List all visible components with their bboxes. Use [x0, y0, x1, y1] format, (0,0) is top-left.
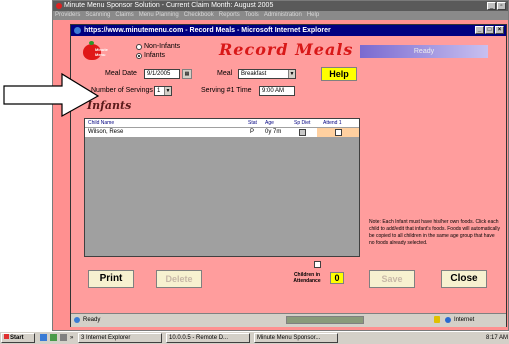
internet-zone-icon — [445, 317, 451, 323]
children-table: Child Name Stat Age Sp Diet Attend 1 Wil… — [84, 118, 360, 257]
page-icon — [74, 317, 80, 323]
ie-close-button[interactable]: × — [495, 26, 504, 34]
age-cell: 0y 7m — [265, 129, 282, 135]
menu-providers[interactable]: Providers — [55, 12, 80, 18]
ie-minimize-button[interactable]: _ — [475, 26, 484, 34]
outer-restore-button[interactable]: ▫ — [497, 2, 506, 10]
child-name-cell: Wilson, Rese — [88, 129, 124, 135]
children-count: 0 — [330, 272, 344, 284]
save-button[interactable]: Save — [369, 270, 415, 288]
chevron-down-icon: ▼ — [164, 87, 171, 95]
servings-select[interactable]: 1 ▼ — [154, 86, 172, 96]
stat-cell: P — [250, 129, 255, 135]
non-infants-radio[interactable] — [136, 44, 142, 50]
servings-label: Number of Servings — [91, 87, 153, 94]
taskbar-item-remote[interactable]: 10.0.0.5 - Remote D... — [166, 333, 250, 343]
quicklaunch-desktop-icon[interactable] — [50, 334, 57, 341]
quicklaunch-explorer-icon[interactable] — [60, 334, 67, 341]
zone-text: Internet — [454, 317, 475, 323]
ie-title-bar: https://www.minutemenu.com - Record Meal… — [71, 25, 506, 36]
col-attend: Attend 1 — [323, 120, 342, 126]
progress-bar — [286, 316, 364, 324]
col-stat: Stat — [248, 120, 257, 126]
menu-menu-planning[interactable]: Menu Planning — [139, 12, 179, 18]
outer-title-text: Minute Menu Sponsor Solution - Current C… — [64, 2, 274, 9]
start-button[interactable]: Start — [1, 333, 35, 343]
ie-status-bar: Ready Internet — [71, 313, 506, 327]
quicklaunch-ie-icon[interactable] — [40, 334, 47, 341]
menu-scanning[interactable]: Scanning — [85, 12, 110, 18]
children-attendance-label: Children in Attendance — [293, 272, 321, 284]
menu-reports[interactable]: Reports — [219, 12, 240, 18]
taskbar-item-ie[interactable]: 3 Internet Explorer — [78, 333, 162, 343]
menu-claims[interactable]: Claims — [115, 12, 133, 18]
infant-note: Note: Each Infant must have his/her own … — [369, 219, 501, 246]
record-meals-page: Minute Menu Non-Infants Infants Record M… — [71, 36, 506, 313]
calendar-icon[interactable]: ▦ — [182, 69, 192, 79]
help-button[interactable]: Help — [321, 67, 357, 81]
lock-icon — [434, 316, 440, 323]
ie-logo-icon — [74, 27, 81, 34]
windows-taskbar: Start » 3 Internet Explorer 10.0.0.5 - R… — [0, 331, 509, 344]
sp-diet-checkbox[interactable] — [299, 129, 306, 136]
pointer-arrow — [3, 72, 100, 118]
attend-checkbox[interactable] — [335, 129, 342, 136]
outer-title-bar: Minute Menu Sponsor Solution - Current C… — [53, 1, 508, 11]
outer-menu-bar: Providers Scanning Claims Menu Planning Chec… — [53, 11, 508, 20]
outer-minimize-button[interactable]: _ — [487, 2, 496, 10]
meal-date-label: Meal Date — [105, 70, 137, 77]
ie-maximize-button[interactable]: □ — [485, 26, 494, 34]
clock: 8:17 AM — [485, 335, 508, 341]
print-button[interactable]: Print — [88, 270, 134, 288]
infants-radio[interactable] — [136, 53, 142, 59]
meal-select-value: Breakfast — [241, 71, 267, 77]
menu-tools[interactable]: Tools — [245, 12, 259, 18]
col-sp-diet: Sp Diet — [294, 120, 311, 126]
logo-leaf-icon — [89, 41, 94, 45]
col-child-name: Child Name — [88, 120, 115, 126]
serving-time-input[interactable]: 9:00 AM — [259, 86, 295, 96]
menu-administration[interactable]: Administration — [264, 12, 302, 18]
select-all-checkbox[interactable] — [314, 261, 321, 268]
taskbar-item-minute-menu[interactable]: Minute Menu Sponsor... — [254, 333, 338, 343]
meal-date-input[interactable]: 9/1/2005 — [144, 69, 180, 79]
non-infants-label: Non-Infants — [144, 43, 181, 50]
delete-button[interactable]: Delete — [156, 270, 202, 288]
ie-window: https://www.minutemenu.com - Record Meal… — [70, 24, 507, 327]
start-label: Start — [10, 335, 24, 341]
table-header: Child Name Stat Age Sp Diet Attend 1 — [85, 119, 359, 127]
logo-text: Minute Menu — [95, 47, 108, 57]
outer-app-window: Minute Menu Sponsor Solution - Current C… — [52, 0, 509, 331]
chevron-down-icon: ▼ — [288, 70, 295, 78]
page-heading: Record Meals — [219, 40, 354, 59]
close-button[interactable]: Close — [441, 270, 487, 288]
col-age: Age — [265, 120, 274, 126]
meal-label: Meal — [217, 70, 233, 77]
windows-logo-icon — [4, 334, 9, 339]
menu-checkbook[interactable]: Checkbook — [184, 12, 214, 18]
menu-help[interactable]: Help — [307, 12, 319, 18]
app-apple-icon — [56, 3, 62, 9]
chevron-right-icon[interactable]: » — [70, 332, 73, 344]
meal-select[interactable]: Breakfast ▼ — [238, 69, 296, 79]
status-banner: Ready — [360, 45, 488, 58]
status-text: Ready — [83, 317, 101, 323]
infants-label: Infants — [144, 52, 166, 59]
ie-title-text: https://www.minutemenu.com - Record Meal… — [84, 27, 331, 34]
servings-select-value: 1 — [157, 88, 161, 94]
serving-time-label: Serving #1 Time — [201, 87, 252, 94]
table-row[interactable]: Wilson, Rese P 0y 7m — [85, 128, 359, 137]
